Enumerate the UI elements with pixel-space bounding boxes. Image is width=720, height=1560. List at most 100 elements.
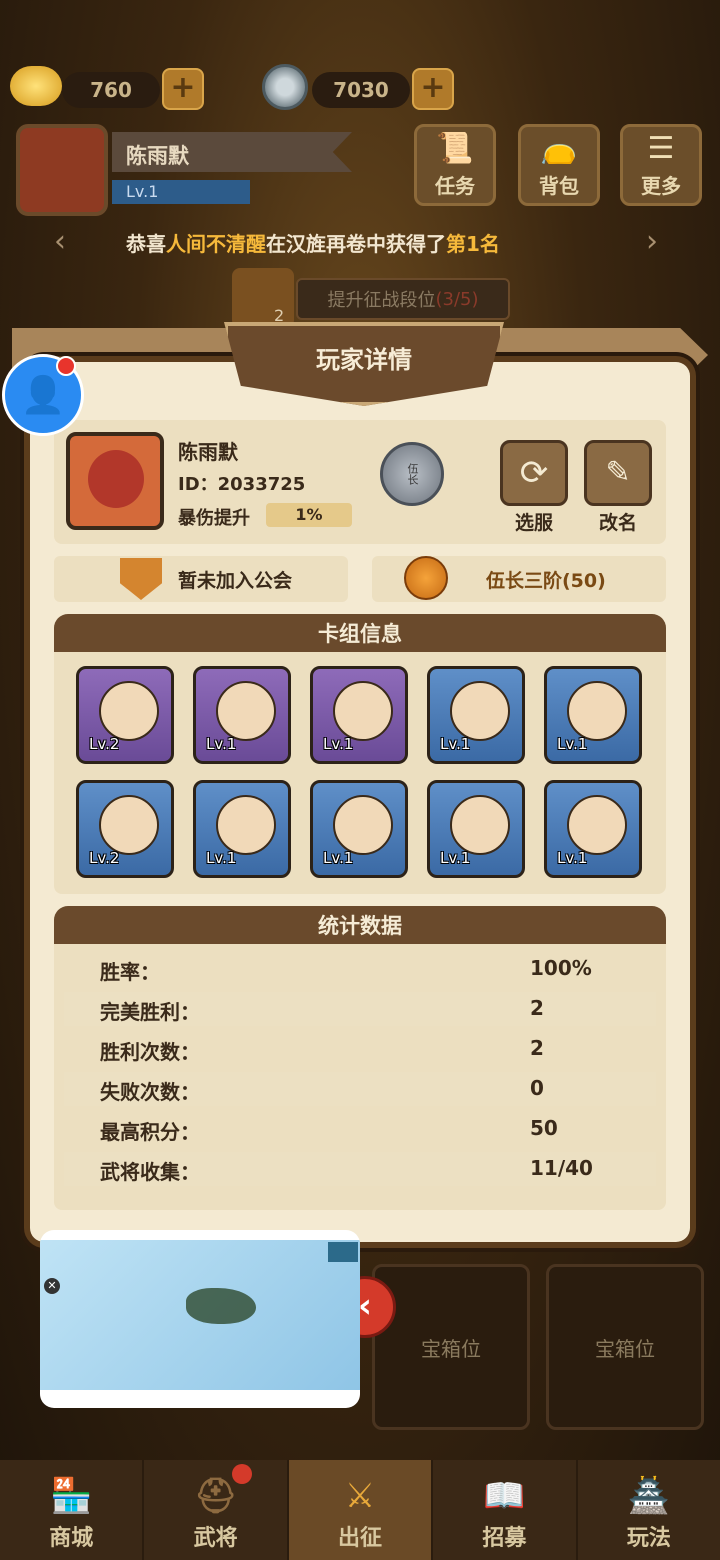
tab-recruit[interactable]: 📖 招募 xyxy=(433,1460,578,1560)
recruit-icon: 📖 xyxy=(483,1476,526,1516)
general-card[interactable]: Lv.1 xyxy=(310,666,408,764)
deck-title: 卡组信息 xyxy=(54,614,666,652)
general-portrait xyxy=(216,681,276,741)
dialog-title: 玩家详情 xyxy=(316,346,412,374)
general-level: Lv.2 xyxy=(89,849,120,867)
add-coins-button[interactable]: + xyxy=(412,68,454,110)
profile-name: 陈雨默 xyxy=(178,440,238,464)
pip-video-window[interactable]: ✕ xyxy=(40,1230,360,1408)
announcement-next-icon[interactable]: › xyxy=(646,224,658,259)
pencil-icon: ✎ xyxy=(605,455,631,490)
stat-value: 2 xyxy=(530,1036,544,1060)
general-icon: ⛑ xyxy=(194,1476,238,1516)
tasks-button[interactable]: 📜 任务 xyxy=(414,124,496,206)
announcement-player: 人间不清醒 xyxy=(166,232,266,256)
task-hint-icon xyxy=(232,268,294,328)
switch-server-button[interactable]: ⟳ xyxy=(500,440,568,506)
general-portrait xyxy=(216,795,276,855)
stat-label: 胜利次数： xyxy=(100,1040,200,1064)
general-level: Lv.1 xyxy=(206,735,237,753)
stat-value: 0 xyxy=(530,1076,544,1100)
general-card[interactable]: Lv.1 xyxy=(427,666,525,764)
stat-row: 失败次数： 0 xyxy=(64,1072,656,1106)
scroll-icon: 📜 xyxy=(436,131,474,166)
stat-value: 100% xyxy=(530,956,592,980)
general-card[interactable]: Lv.2 xyxy=(76,780,174,878)
bag-label: 背包 xyxy=(539,174,579,198)
general-card[interactable]: Lv.1 xyxy=(544,666,642,764)
crit-label: 暴伤提升 xyxy=(178,508,250,529)
announcement-prev-icon[interactable]: ‹ xyxy=(54,224,66,259)
stat-value: 50 xyxy=(530,1116,558,1140)
tab-generals[interactable]: ⛑ 武将 xyxy=(144,1460,289,1560)
rename-button[interactable]: ✎ xyxy=(584,440,652,506)
general-level: Lv.2 xyxy=(89,735,120,753)
more-label: 更多 xyxy=(641,174,681,198)
add-gold-button[interactable]: + xyxy=(162,68,204,110)
profile-id: ID：2033725 xyxy=(178,474,306,495)
general-card[interactable]: Lv.1 xyxy=(193,666,291,764)
general-portrait xyxy=(333,795,393,855)
stat-label: 失败次数： xyxy=(100,1080,200,1104)
generals-alert-dot xyxy=(232,1464,252,1484)
player-name: 陈雨默 xyxy=(126,144,189,168)
stat-row: 最高积分： 50 xyxy=(64,1112,656,1146)
coin-amount: 7030 xyxy=(312,72,410,108)
general-portrait xyxy=(450,681,510,741)
tab-gameplay[interactable]: 🏯 玩法 xyxy=(578,1460,720,1560)
notification-dot xyxy=(56,356,76,376)
battle-icon: ⚔ xyxy=(344,1476,376,1516)
chest-slot-1[interactable]: 宝箱位 xyxy=(372,1264,530,1430)
task-hint-bar[interactable]: 提升征战段位 (3/5) xyxy=(296,278,510,320)
general-level: Lv.1 xyxy=(206,849,237,867)
tab-shop[interactable]: 🏪 商城 xyxy=(0,1460,145,1560)
pip-minimap xyxy=(328,1242,358,1262)
stat-label: 最高积分： xyxy=(100,1120,200,1144)
general-level: Lv.1 xyxy=(440,849,471,867)
avatar-face xyxy=(88,450,144,508)
general-portrait xyxy=(567,681,627,741)
stat-row: 完美胜利： 2 xyxy=(64,992,656,1026)
player-avatar[interactable] xyxy=(16,124,108,216)
refresh-icon: ⟳ xyxy=(519,453,549,493)
general-level: Lv.1 xyxy=(557,849,588,867)
user-icon: 👤 xyxy=(20,375,66,416)
rank-badge-icon: 伍长 xyxy=(380,442,444,506)
general-card[interactable]: Lv.2 xyxy=(76,666,174,764)
shop-icon: 🏪 xyxy=(50,1476,93,1516)
tasks-label: 任务 xyxy=(435,174,475,198)
general-portrait xyxy=(99,681,159,741)
general-card[interactable]: Lv.1 xyxy=(193,780,291,878)
general-portrait xyxy=(99,795,159,855)
stat-label: 胜率： xyxy=(100,960,160,984)
stat-row: 胜利次数： 2 xyxy=(64,1032,656,1066)
announcement-pre: 恭喜 xyxy=(126,232,166,256)
bottom-tab-bar: 🏪 商城 ⛑ 武将 ⚔ 出征 📖 招募 🏯 玩法 xyxy=(0,1460,720,1560)
crit-value-bar: 1% xyxy=(266,503,352,527)
pip-dragon-sprite xyxy=(186,1288,256,1324)
stat-row: 胜率： 100% xyxy=(64,952,656,986)
general-portrait xyxy=(567,795,627,855)
bag-button[interactable]: 👝 背包 xyxy=(518,124,600,206)
menu-icon: ☰ xyxy=(647,131,675,166)
task-hint-progress: (3/5) xyxy=(435,288,479,310)
pip-close-icon[interactable]: ✕ xyxy=(44,1278,60,1294)
gold-amount: 760 xyxy=(62,72,160,108)
general-portrait xyxy=(333,681,393,741)
general-card[interactable]: Lv.1 xyxy=(427,780,525,878)
tab-battle[interactable]: ⚔ 出征 xyxy=(288,1460,434,1560)
more-button[interactable]: ☰ 更多 xyxy=(620,124,702,206)
general-card[interactable]: Lv.1 xyxy=(310,780,408,878)
chest-slot-2[interactable]: 宝箱位 xyxy=(546,1264,704,1430)
tab-shop-label: 商城 xyxy=(49,1526,94,1551)
back-arrow-icon: ‹ xyxy=(357,1286,372,1326)
announcement-mid: 在汉旌再卷中获得了 xyxy=(266,232,446,256)
tab-gameplay-label: 玩法 xyxy=(626,1526,671,1551)
player-level: Lv.1 xyxy=(126,182,159,201)
profile-avatar xyxy=(66,432,164,530)
coin-icon xyxy=(262,64,308,110)
stat-value: 11/40 xyxy=(530,1156,593,1180)
general-card[interactable]: Lv.1 xyxy=(544,780,642,878)
stat-label: 武将收集： xyxy=(100,1160,200,1184)
stat-value: 2 xyxy=(530,996,544,1020)
